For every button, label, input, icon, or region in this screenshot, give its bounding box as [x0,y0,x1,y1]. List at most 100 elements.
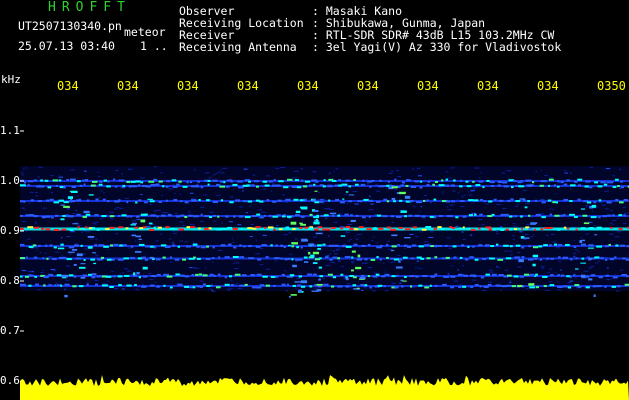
burst-speck [580,208,585,210]
signal-dash [103,179,107,182]
noise-speck [504,269,509,271]
signal-dash [383,198,388,201]
signal-dash [249,184,255,187]
signal-dash [439,215,443,218]
signal-dash [95,198,99,201]
signal-dash [569,213,575,216]
signal-dash [412,244,416,247]
signal-dash [399,258,403,261]
noise-speck [511,183,513,185]
noise-speck [285,290,289,292]
signal-dash [268,214,272,217]
noise-speck [80,213,82,215]
y-tick-label: 0.9 [0,224,20,237]
signal-dash [286,283,289,286]
burst-speck [308,252,311,255]
signal-dash [390,257,394,260]
signal-dash [468,199,474,202]
noise-speck [415,267,418,269]
noise-speck [149,278,154,280]
signal-dash [550,257,554,260]
signal-dash [283,186,289,189]
noise-speck [120,187,126,189]
burst-speck [594,234,598,236]
signal-dash [574,284,580,287]
signal-dash [50,216,54,219]
signal-dash [100,256,105,259]
noise-speck [606,279,611,281]
signal-dash [186,181,189,184]
signal-dash [287,257,291,260]
noise-speck [21,270,27,272]
noise-speck [122,288,125,290]
signal-dash [344,213,349,216]
signal-dash [91,276,96,279]
noise-speck [509,282,512,284]
signal-dash [474,258,479,261]
signal-dash [189,226,196,229]
noise-speck [396,169,400,171]
signal-dash [141,285,147,288]
signal-dash [72,285,77,288]
signal-dash [369,286,373,289]
signal-dash [616,285,621,288]
burst-speck [312,198,316,202]
noise-speck [463,194,466,196]
noise-speck [126,270,132,272]
burst-speck [301,206,308,210]
noise-speck [375,190,381,192]
burst-speck [399,191,406,195]
burst-speck [72,248,78,251]
signal-dash [327,273,333,276]
signal-dash [615,244,619,247]
noise-speck [125,197,130,199]
signal-dash [419,186,423,189]
noise-speck [193,169,196,171]
burst-speck [351,250,356,253]
signal-dash [452,227,455,230]
signal-dash [351,256,354,259]
signal-dash [581,243,586,246]
signal-dash [309,285,313,288]
signal-dash [165,199,168,202]
noise-speck [513,243,515,245]
signal-dash [352,284,357,287]
signal-dash [150,214,157,217]
noise-speck [457,269,459,271]
signal-dash [488,228,493,231]
noise-speck [265,175,271,177]
noise-speck [118,282,120,284]
noise-speck [155,282,157,284]
noise-speck [447,177,452,179]
signal-dash [593,201,597,204]
noise-speck [461,231,464,233]
noise-speck [259,248,263,250]
signal-dash [277,199,282,202]
signal-dash [314,228,319,231]
signal-dash [239,256,245,259]
signal-dash [367,275,371,278]
noise-speck [216,194,221,196]
signal-dash [345,226,351,229]
noise-speck [419,231,423,233]
signal-dash [156,285,160,288]
noise-speck [418,211,421,213]
signal-dash [585,286,590,289]
signal-dash [78,198,82,201]
signal-dash [303,256,308,259]
signal-dash [345,245,352,248]
signal-dash [248,180,251,183]
signal-dash [361,216,366,219]
signal-dash [444,184,450,187]
signal-dash [393,258,400,261]
noise-speck [121,272,125,274]
signal-dash [278,228,283,231]
signal-dash [158,200,162,203]
noise-speck [574,249,578,251]
signal-dash [153,246,157,249]
noise-speck [50,175,54,177]
signal-dash [409,200,414,203]
noise-speck [384,290,389,292]
burst-speck [317,247,321,250]
signal-dash [592,285,597,288]
